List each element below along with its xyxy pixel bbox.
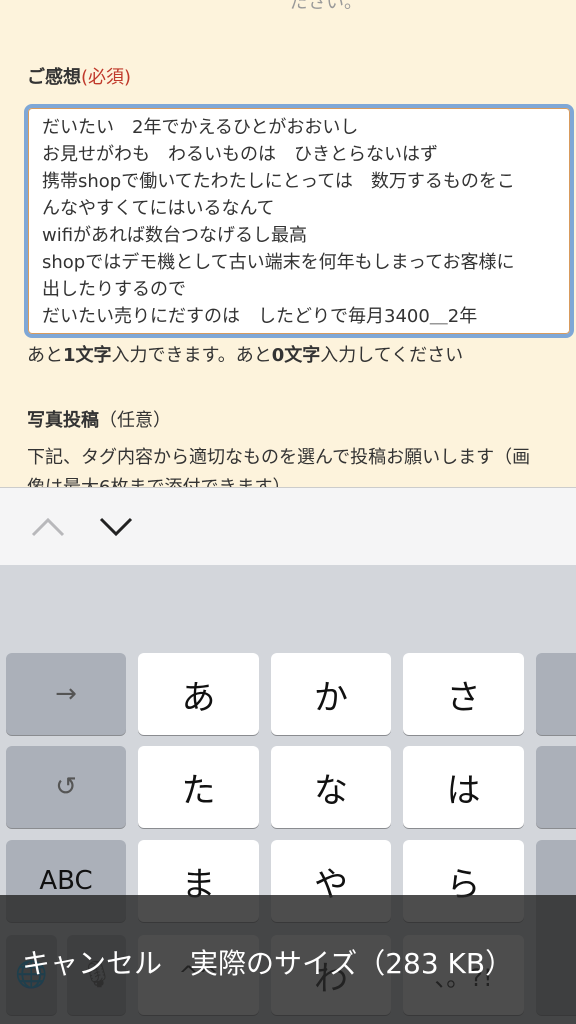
key-undo[interactable]: ↺ <box>6 746 126 828</box>
counter-text: あと <box>27 345 63 366</box>
key-space[interactable] <box>536 746 576 828</box>
photo-label-text: 写真投稿 <box>27 410 99 431</box>
text-line: だいたい 2年でかえるひとがおおいし <box>42 117 359 138</box>
input-accessory-toolbar <box>0 487 576 565</box>
counter-required: 0文字 <box>271 345 321 366</box>
text-line: だいたい売りにだすのは したどりで毎月3400＿2年 <box>42 306 478 327</box>
key-ta[interactable]: た <box>138 746 259 828</box>
counter-remaining: 1文字 <box>63 345 112 366</box>
required-badge: (必須) <box>81 67 132 88</box>
char-counter: あと1文字入力できます。あと0文字入力してください <box>27 341 463 367</box>
chevron-down-icon[interactable] <box>98 516 134 538</box>
key-na[interactable]: な <box>271 746 391 828</box>
photo-label: 写真投稿（任意） <box>27 406 171 432</box>
feedback-textarea[interactable]: だいたい 2年でかえるひとがおおいし お見せがわも わるいものは ひきとらないは… <box>24 104 574 338</box>
actual-size-button[interactable]: 実際のサイズ（283 KB） <box>190 947 513 980</box>
text-line: shopではデモ機として古い端末を何年もしまってお客様に <box>42 252 515 273</box>
text-line: お見せがわも わるいものは ひきとらないはず <box>42 144 438 165</box>
desc-line: 像は最大6枚まで添付できます） <box>27 473 530 487</box>
key-delete[interactable] <box>536 653 576 735</box>
text-line: 携帯shopで働いてたわたしにとっては 数万するものをこ <box>42 171 515 192</box>
optional-badge: （任意） <box>99 410 171 431</box>
key-ha[interactable]: は <box>403 746 524 828</box>
counter-text: 入力できます。あと <box>111 345 272 366</box>
text-line: 出したりするので <box>42 279 186 300</box>
feedback-label: ご感想(必須) <box>27 63 131 89</box>
feedback-label-text: ご感想 <box>27 67 81 88</box>
chevron-up-icon[interactable] <box>30 516 66 538</box>
key-sa[interactable]: さ <box>403 653 524 735</box>
text-line: wifiがあれば数台つなげるし最高 <box>42 225 308 246</box>
key-a[interactable]: あ <box>138 653 259 735</box>
photo-description: 下記、タグ内容から適切なものを選んで投稿お願いします（画 像は最大6枚まで添付で… <box>27 443 530 487</box>
overlay-actions: キャンセル 実際のサイズ（283 KB） <box>22 942 513 982</box>
instruction-text-cut: ださい。 <box>290 0 362 13</box>
desc-line: 下記、タグ内容から適切なものを選んで投稿お願いします（画 <box>27 447 531 468</box>
counter-text: 入力してください <box>320 345 464 366</box>
key-ka[interactable]: か <box>271 653 391 735</box>
key-arrow-right[interactable]: → <box>6 653 126 735</box>
cancel-button[interactable]: キャンセル <box>22 947 162 980</box>
text-line: んなやすくてにはいるなんて <box>42 198 275 219</box>
